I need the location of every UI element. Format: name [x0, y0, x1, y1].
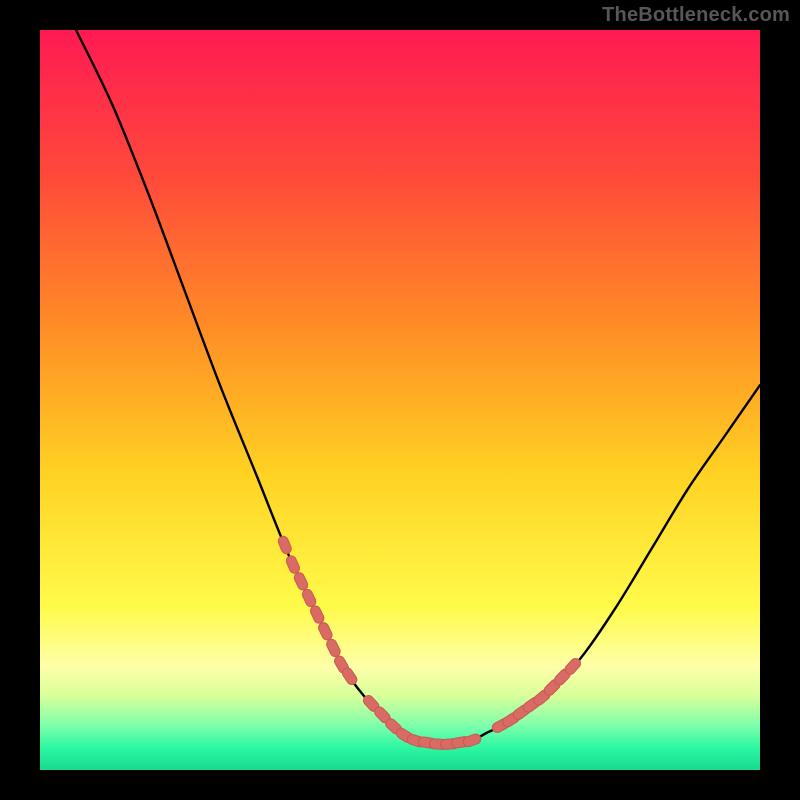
plot-background-border: TheBottleneck.com: [0, 0, 800, 800]
gradient-background: [40, 30, 760, 770]
bottleneck-plot-svg: [40, 30, 760, 770]
watermark-label: TheBottleneck.com: [602, 4, 790, 27]
chart-frame: TheBottleneck.com: [0, 0, 800, 800]
plot-area: [40, 30, 760, 770]
